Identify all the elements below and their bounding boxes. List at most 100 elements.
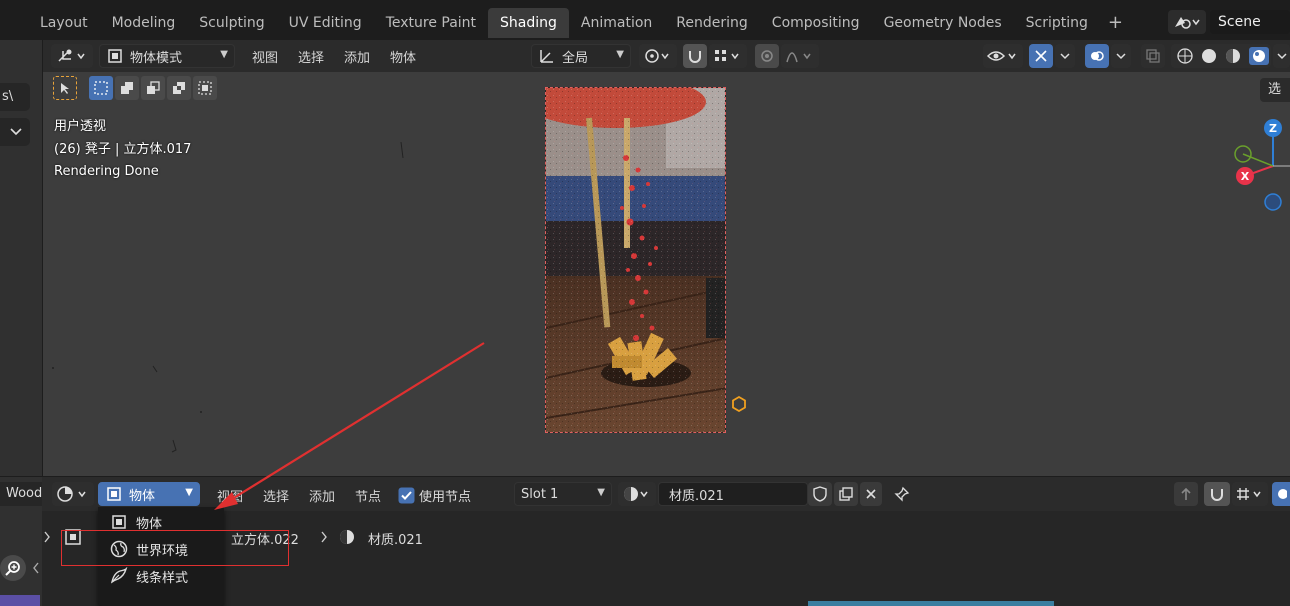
workspace-tabs: Layout Modeling Sculpting UV Editing Tex… [0, 8, 1131, 40]
tab-uv-editing[interactable]: UV Editing [277, 8, 374, 38]
overlay-icon [1091, 51, 1104, 61]
gizmo-z-negative[interactable] [1264, 193, 1282, 211]
xray-toggle[interactable] [1141, 44, 1165, 68]
render-progress-bar [808, 601, 1054, 606]
scene-icon [1175, 17, 1200, 29]
shader-editor-type-button[interactable] [52, 482, 94, 506]
shader-type-dropdown[interactable]: 物体 ▼ [98, 482, 200, 506]
menu-item-label: 线条样式 [136, 570, 189, 586]
chevron-down-icon: ▼ [597, 487, 605, 498]
chevron-down-icon: ▼ [185, 487, 193, 498]
node-snap-toggle[interactable] [1204, 482, 1230, 506]
tab-modeling[interactable]: Modeling [100, 8, 188, 38]
material-sphere-icon [340, 530, 354, 544]
node-editor-icon [57, 486, 86, 502]
chevron-down-icon [1276, 53, 1287, 60]
tab-texture-paint[interactable]: Texture Paint [374, 8, 488, 38]
visibility-button[interactable] [983, 44, 1023, 68]
node-snap-target-button[interactable] [1232, 482, 1268, 506]
chevron-left-icon[interactable] [31, 561, 41, 575]
slot-label: Slot 1 [521, 486, 559, 502]
tab-scripting[interactable]: Scripting [1014, 8, 1100, 38]
chevron-right-icon [44, 531, 50, 543]
unlink-material-button[interactable] [860, 482, 882, 506]
scene-selector: Scene [1168, 8, 1290, 36]
duplicate-icon [839, 487, 853, 501]
shading-dropdown[interactable] [1273, 44, 1290, 68]
menu-item-label: 物体 [136, 516, 163, 532]
shader-menu-view[interactable]: 视图 [217, 486, 243, 505]
viewport-dust-marks [52, 141, 404, 453]
shader-menu-add[interactable]: 添加 [309, 486, 335, 505]
shader-editor-header: 物体 ▼ 视图 选择 添加 节点 使用节点 Slot 1 ▼ 材质.021 [0, 477, 1290, 511]
eye-icon [987, 51, 1016, 61]
chevron-down-icon [1116, 53, 1126, 60]
overlay-toggle[interactable] [1085, 44, 1109, 68]
navigation-gizmo[interactable]: Z X [1223, 116, 1290, 216]
node-overlay-toggle[interactable] [1272, 482, 1290, 506]
gizmo-x-label: X [1241, 170, 1250, 183]
texture-name-field[interactable]: Wood [0, 482, 42, 506]
left-field[interactable]: s\ [0, 83, 30, 111]
duplicate-material-button[interactable] [834, 482, 858, 506]
fake-user-button[interactable] [808, 482, 832, 506]
magnet-icon [1211, 489, 1223, 501]
overlay-icon [1278, 489, 1287, 499]
snap-grid-icon [1237, 488, 1261, 500]
shader-side-strip: Wood [0, 477, 42, 606]
use-nodes-label: 使用节点 [419, 490, 472, 505]
falloff-icon [786, 52, 811, 63]
tab-animation[interactable]: Animation [569, 8, 664, 38]
tab-shading[interactable]: Shading [488, 8, 569, 38]
left-dropdown[interactable] [0, 118, 30, 146]
proportional-edit-toggle[interactable] [755, 44, 779, 68]
material-slot-dropdown[interactable]: Slot 1 ▼ [514, 482, 612, 506]
sidebar-tab[interactable]: 选 [1260, 78, 1290, 102]
tab-compositing[interactable]: Compositing [760, 8, 872, 38]
tab-geometry-nodes[interactable]: Geometry Nodes [872, 8, 1014, 38]
scene-browse-button[interactable] [1168, 10, 1206, 34]
shader-type-label: 物体 [129, 488, 156, 504]
overlay-dropdown[interactable] [1111, 44, 1131, 68]
properties-strip: s\ [0, 40, 42, 476]
checkbox-checked-icon[interactable] [398, 487, 415, 504]
menu-item-linestyle[interactable]: 线条样式 [98, 563, 224, 589]
gizmo-icon [1035, 50, 1047, 62]
linestyle-icon [110, 567, 128, 584]
pan-hand-icon[interactable] [0, 595, 40, 606]
workspace-bar: Layout Modeling Sculpting UV Editing Tex… [0, 0, 1290, 40]
annotation-highlight-box [61, 530, 289, 566]
pin-button[interactable] [890, 482, 914, 506]
cube-icon [112, 515, 126, 529]
material-name-field[interactable]: 材质.021 [658, 482, 808, 506]
gizmo-toggle[interactable] [1029, 44, 1053, 68]
tab-rendering[interactable]: Rendering [664, 8, 760, 38]
gizmo-dropdown[interactable] [1055, 44, 1075, 68]
parent-node-tree-button[interactable] [1174, 482, 1198, 506]
zoom-button[interactable] [0, 555, 26, 581]
xray-icon [1146, 49, 1160, 63]
pin-icon [894, 486, 910, 502]
zoom-icon [5, 561, 20, 576]
proportional-icon [761, 50, 773, 62]
cube-icon [107, 487, 121, 501]
shader-menu-select[interactable]: 选择 [263, 486, 289, 505]
material-name: 材质.021 [669, 488, 724, 504]
3d-viewport[interactable]: 物体模式 ▼ 视图 选择 添加 物体 全局 ▼ 选 用户透视 (26) 凳子 |… [43, 40, 1290, 476]
close-icon [866, 489, 876, 499]
chevron-right-icon [321, 531, 327, 543]
shield-icon [813, 486, 827, 502]
shading-icons [1177, 47, 1269, 65]
tab-layout[interactable]: Layout [0, 8, 100, 38]
tab-sculpting[interactable]: Sculpting [187, 8, 276, 38]
use-nodes-toggle[interactable]: 使用节点 [398, 486, 471, 505]
shading-mode-group [1171, 44, 1271, 68]
add-workspace-button[interactable]: + [1100, 8, 1131, 38]
falloff-button[interactable] [781, 44, 819, 68]
scene-name-field[interactable]: Scene [1210, 10, 1290, 34]
gizmo-z-label: Z [1269, 122, 1277, 135]
material-sphere-icon [624, 487, 648, 501]
shader-menu-node[interactable]: 节点 [355, 486, 381, 505]
material-browse-button[interactable] [618, 482, 656, 506]
chevron-down-icon [10, 128, 22, 136]
